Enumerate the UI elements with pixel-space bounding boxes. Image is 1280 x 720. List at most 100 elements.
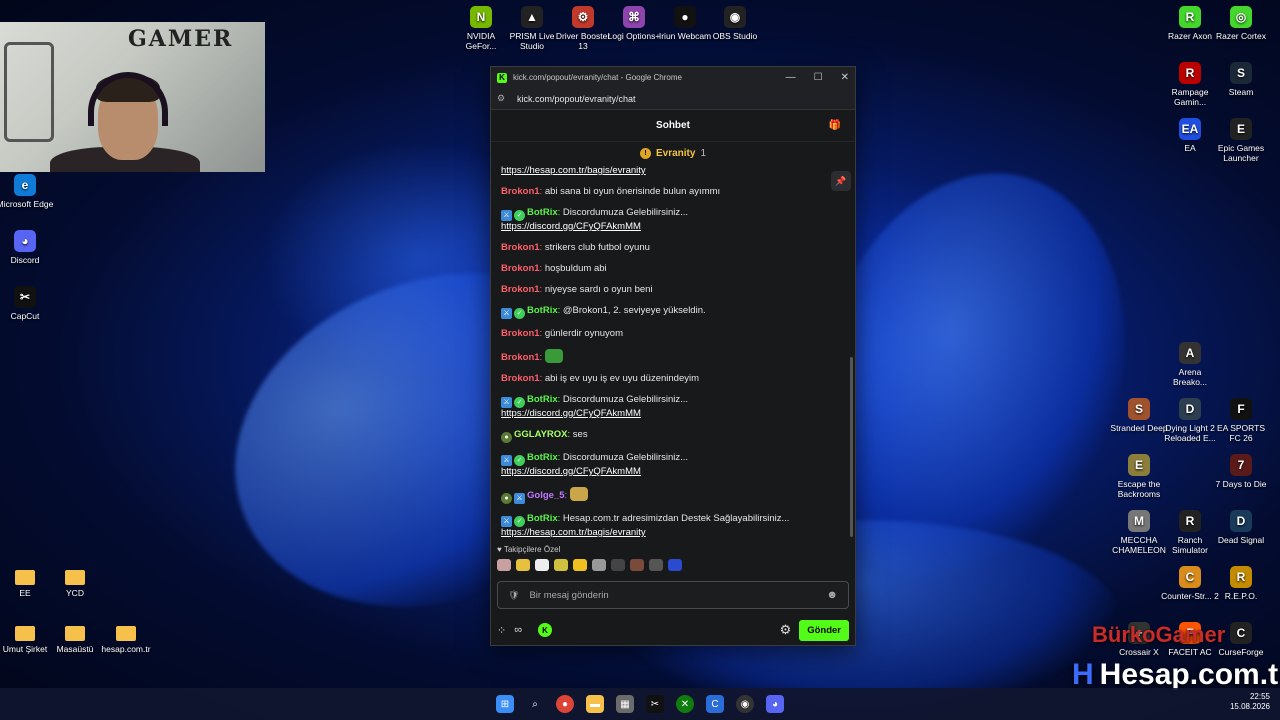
chat-username[interactable]: BotRix <box>527 207 558 218</box>
desktop-folder-4[interactable]: hesap.com.tr <box>97 622 155 654</box>
desktop-shortcut-right-14[interactable]: D Dead Signal <box>1212 510 1270 545</box>
desktop-shortcut-left-1[interactable]: ◕ Discord <box>0 230 54 265</box>
chat-scrollbar[interactable] <box>850 357 853 537</box>
start-button[interactable]: ⊞ <box>496 695 514 713</box>
desktop-shortcut-right-9[interactable]: F EA SPORTS FC 26 <box>1212 398 1270 443</box>
chrome-icon[interactable]: ● <box>556 695 574 713</box>
app-right-1-icon: ◎ <box>1230 6 1252 28</box>
address-bar[interactable]: ⚙ kick.com/popout/evranity/chat <box>491 88 855 110</box>
chat-username[interactable]: Brokon1 <box>501 373 540 384</box>
app-right-3-icon: S <box>1230 62 1252 84</box>
chat-link[interactable]: https://discord.gg/CFyQFAkmMM <box>501 408 641 419</box>
follower-emote[interactable] <box>592 559 606 571</box>
desktop-shortcut-right-11[interactable]: 7 7 Days to Die <box>1212 454 1270 489</box>
emoji-icon[interactable]: ☻ <box>826 589 838 601</box>
desktop-shortcut-right-16[interactable]: R R.E.P.O. <box>1212 566 1270 601</box>
watermark-text: Hesap.com.tr <box>1099 658 1280 691</box>
chat-emote <box>544 349 563 363</box>
chat-username[interactable]: Brokon1 <box>501 242 540 253</box>
chat-username[interactable]: BotRix <box>527 305 558 316</box>
desktop-shortcut-left-2[interactable]: ✂ CapCut <box>0 286 54 321</box>
desktop-icon-label: Escape the Backrooms <box>1117 479 1161 499</box>
send-button[interactable]: Gönder <box>799 619 849 641</box>
desktop-shortcut-top-1[interactable]: ▲ PRISM Live Studio <box>503 6 561 51</box>
desktop-icon-label: Counter-Str... 2 <box>1161 591 1219 601</box>
desktop-shortcut-left-0[interactable]: e Microsoft Edge <box>0 174 54 209</box>
desktop-shortcut-top-3[interactable]: ⌘ Logi Options+ <box>605 6 663 41</box>
follower-emote[interactable] <box>516 559 530 571</box>
desktop-shortcut-right-3[interactable]: S Steam <box>1212 62 1270 97</box>
desktop-shortcut-top-5[interactable]: ◉ OBS Studio <box>706 6 764 41</box>
obs-taskbar-icon[interactable]: ◉ <box>736 695 754 713</box>
desktop-icon-label: Logi Options+ <box>607 31 661 41</box>
discord-taskbar-icon[interactable]: ◕ <box>766 695 784 713</box>
desktop-shortcut-right-12[interactable]: M MECCHA CHAMELEON <box>1110 510 1168 555</box>
desktop-shortcut-right-0[interactable]: R Razer Axon <box>1161 6 1219 41</box>
desktop-shortcut-right-10[interactable]: E Escape the Backrooms <box>1110 454 1168 499</box>
desktop-shortcut-right-6[interactable]: A Arena Breako... <box>1161 342 1219 387</box>
chat-message: Brokon1: niyeyse sardı o oyun beni <box>501 284 837 296</box>
chat-link[interactable]: https://discord.gg/CFyQFAkmMM <box>501 466 641 477</box>
window-titlebar[interactable]: K kick.com/popout/evranity/chat - Google… <box>491 67 855 88</box>
tray-date: 15.08.2026 <box>1229 702 1270 711</box>
desktop-shortcut-top-2[interactable]: ⚙ Driver Booster 13 <box>554 6 612 51</box>
maximize-button[interactable]: ☐ <box>814 72 823 83</box>
chat-link[interactable]: https://hesap.com.tr/bagis/evranity <box>501 527 646 538</box>
desktop-folder-3[interactable]: Masaüstü <box>46 622 104 654</box>
pinned-bar[interactable]: ! Evranity 1 <box>491 142 855 164</box>
minecraft-icon[interactable]: ▦ <box>616 695 634 713</box>
chat-username[interactable]: Brokon1 <box>501 186 540 197</box>
desktop-shortcut-right-15[interactable]: C Counter-Str... 2 <box>1161 566 1219 601</box>
webcam-shelf <box>4 42 54 142</box>
follower-emote[interactable] <box>554 559 568 571</box>
desktop-shortcut-right-8[interactable]: D Dying Light 2 Reloaded E... <box>1161 398 1219 443</box>
minimize-button[interactable]: — <box>786 72 796 83</box>
chat-username[interactable]: BotRix <box>527 513 558 524</box>
search-icon[interactable]: ⌕ <box>526 695 544 713</box>
follower-emote[interactable] <box>535 559 549 571</box>
capcut-taskbar-icon[interactable]: ✂ <box>646 695 664 713</box>
chat-username[interactable]: GGLAYROX <box>514 429 568 440</box>
system-tray[interactable]: 22:55 15.08.2026 <box>1230 692 1270 712</box>
points-icon[interactable]: ⁘ <box>497 624 506 637</box>
follower-emote[interactable] <box>497 559 511 571</box>
app-top-5-icon: ◉ <box>724 6 746 28</box>
username-colon: : <box>564 490 570 501</box>
follower-emote[interactable] <box>573 559 587 571</box>
xbox-icon[interactable]: ✕ <box>676 695 694 713</box>
message-input[interactable]: 🛡 Bir mesaj gönderin ☻ <box>497 581 849 609</box>
file-explorer-icon[interactable]: ▬ <box>586 695 604 713</box>
gift-icon[interactable]: 🎁 <box>829 120 841 131</box>
chat-username[interactable]: Brokon1 <box>501 352 540 363</box>
infinity-icon[interactable]: ∞ <box>514 624 522 636</box>
chat-username[interactable]: Brokon1 <box>501 328 540 339</box>
desktop-shortcut-right-7[interactable]: S Stranded Deep <box>1110 398 1168 433</box>
chat-username[interactable]: Golge_5 <box>527 490 565 501</box>
chat-link[interactable]: https://discord.gg/CFyQFAkmMM <box>501 221 641 232</box>
desktop-shortcut-right-1[interactable]: ◎ Razer Cortex <box>1212 6 1270 41</box>
follower-emote[interactable] <box>630 559 644 571</box>
desktop-icon-label: Epic Games Launcher <box>1217 143 1265 163</box>
copilot-icon[interactable]: C <box>706 695 724 713</box>
close-button[interactable]: ✕ <box>841 72 849 83</box>
desktop-shortcut-right-2[interactable]: R Rampage Gamin... <box>1161 62 1219 107</box>
chat-username[interactable]: BotRix <box>527 452 558 463</box>
desktop-shortcut-right-4[interactable]: EA EA <box>1161 118 1219 153</box>
desktop-icon-label: Steam <box>1228 87 1254 97</box>
chat-username[interactable]: Brokon1 <box>501 263 540 274</box>
chat-message: ● GGLAYROX: ses <box>501 429 837 443</box>
follower-emote[interactable] <box>649 559 663 571</box>
site-settings-icon[interactable]: ⚙ <box>497 93 507 104</box>
chat-username[interactable]: BotRix <box>527 394 558 405</box>
chat-link[interactable]: https://hesap.com.tr/bagis/evranity <box>501 165 646 176</box>
follower-emote[interactable] <box>611 559 625 571</box>
desktop-shortcut-top-0[interactable]: N NVIDIA GeFor... <box>452 6 510 51</box>
kick-emote-icon[interactable]: K <box>538 623 553 637</box>
desktop-shortcut-right-13[interactable]: R Ranch Simulator <box>1161 510 1219 555</box>
settings-gear-icon[interactable]: ⚙ <box>780 622 792 638</box>
chat-username[interactable]: Brokon1 <box>501 284 540 295</box>
desktop-folder-1[interactable]: YCD <box>46 566 104 598</box>
pin-icon[interactable]: 📌 <box>831 171 851 191</box>
follower-emote[interactable] <box>668 559 682 571</box>
desktop-shortcut-right-5[interactable]: E Epic Games Launcher <box>1212 118 1270 163</box>
